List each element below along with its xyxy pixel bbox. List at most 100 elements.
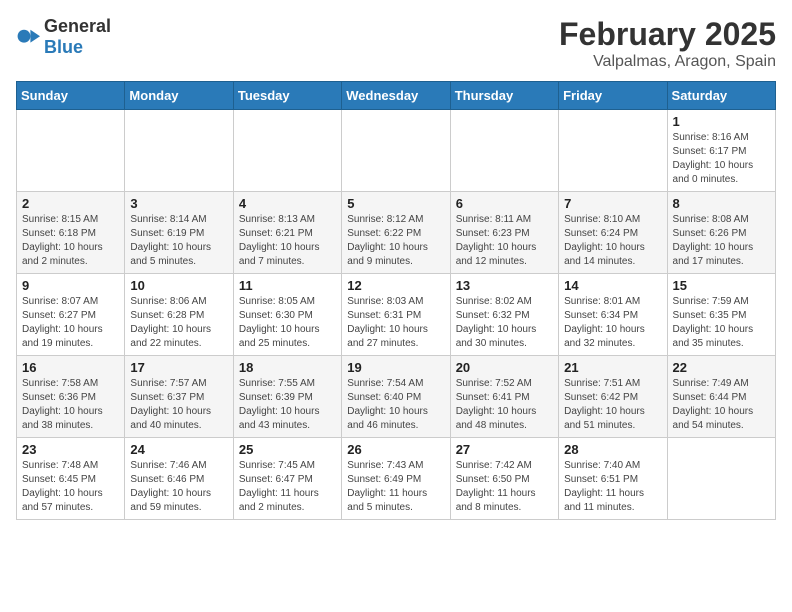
weekday-header-friday: Friday (559, 82, 667, 110)
day-number: 18 (239, 360, 336, 375)
day-info: Sunrise: 8:15 AM Sunset: 6:18 PM Dayligh… (22, 213, 119, 269)
calendar-cell: 16 Sunrise: 7:58 AM Sunset: 6:36 PM Dayli… (17, 356, 125, 438)
calendar-cell: 19Sunrise: 7:54 AM Sunset: 6:40 PM Dayli… (342, 356, 450, 438)
day-info: Sunrise: 7:59 AM Sunset: 6:35 PM Dayligh… (673, 295, 770, 351)
calendar-cell: 10 Sunrise: 8:06 AM Sunset: 6:28 PM Dayli… (125, 274, 233, 356)
day-info: Sunrise: 8:14 AM Sunset: 6:19 PM Dayligh… (130, 213, 227, 269)
day-info: Sunrise: 8:01 AM Sunset: 6:34 PM Dayligh… (564, 295, 661, 351)
calendar-cell: 21 Sunrise: 7:51 AM Sunset: 6:42 PM Dayli… (559, 356, 667, 438)
day-info: Sunrise: 8:07 AM Sunset: 6:27 PM Dayligh… (22, 295, 119, 351)
day-number: 5 (347, 196, 444, 211)
day-info: Sunrise: 7:46 AM Sunset: 6:46 PM Dayligh… (130, 459, 227, 515)
day-number: 28 (564, 442, 661, 457)
calendar-cell: 14Sunrise: 8:01 AM Sunset: 6:34 PM Dayli… (559, 274, 667, 356)
day-number: 9 (22, 278, 119, 293)
day-number: 26 (347, 442, 444, 457)
weekday-header-sunday: Sunday (17, 82, 125, 110)
day-info: Sunrise: 8:10 AM Sunset: 6:24 PM Dayligh… (564, 213, 661, 269)
day-number: 3 (130, 196, 227, 211)
calendar-cell (559, 110, 667, 192)
calendar-cell: 17Sunrise: 7:57 AM Sunset: 6:37 PM Dayli… (125, 356, 233, 438)
calendar-cell: 27Sunrise: 7:42 AM Sunset: 6:50 PM Dayli… (450, 438, 558, 520)
page-header: General Blue February 2025 Valpalmas, Ar… (16, 16, 776, 71)
calendar-week-row: 9 Sunrise: 8:07 AM Sunset: 6:27 PM Daylig… (17, 274, 776, 356)
day-number: 22 (673, 360, 770, 375)
calendar-cell (667, 438, 775, 520)
day-info: Sunrise: 7:51 AM Sunset: 6:42 PM Dayligh… (564, 377, 661, 433)
calendar-cell: 23Sunrise: 7:48 AM Sunset: 6:45 PM Dayli… (17, 438, 125, 520)
calendar-week-row: 2 Sunrise: 8:15 AM Sunset: 6:18 PM Daylig… (17, 192, 776, 274)
logo-text-general: General (44, 16, 111, 36)
day-number: 6 (456, 196, 553, 211)
day-number: 10 (130, 278, 227, 293)
day-number: 27 (456, 442, 553, 457)
day-number: 4 (239, 196, 336, 211)
calendar-week-row: 16 Sunrise: 7:58 AM Sunset: 6:36 PM Dayli… (17, 356, 776, 438)
calendar-cell: 12 Sunrise: 8:03 AM Sunset: 6:31 PM Dayli… (342, 274, 450, 356)
weekday-header-monday: Monday (125, 82, 233, 110)
calendar-cell: 7Sunrise: 8:10 AM Sunset: 6:24 PM Daylig… (559, 192, 667, 274)
calendar-cell: 1 Sunrise: 8:16 AM Sunset: 6:17 PM Daylig… (667, 110, 775, 192)
day-info: Sunrise: 7:40 AM Sunset: 6:51 PM Dayligh… (564, 459, 661, 515)
weekday-header-saturday: Saturday (667, 82, 775, 110)
day-number: 21 (564, 360, 661, 375)
calendar-cell: 5 Sunrise: 8:12 AM Sunset: 6:22 PM Daylig… (342, 192, 450, 274)
day-info: Sunrise: 8:06 AM Sunset: 6:28 PM Dayligh… (130, 295, 227, 351)
logo-text-blue: Blue (44, 37, 83, 57)
calendar-cell (450, 110, 558, 192)
day-number: 19 (347, 360, 444, 375)
calendar-cell: 25 Sunrise: 7:45 AM Sunset: 6:47 PM Dayli… (233, 438, 341, 520)
calendar-cell: 4 Sunrise: 8:13 AM Sunset: 6:21 PM Daylig… (233, 192, 341, 274)
day-number: 8 (673, 196, 770, 211)
day-info: Sunrise: 7:45 AM Sunset: 6:47 PM Dayligh… (239, 459, 336, 515)
calendar-cell (233, 110, 341, 192)
day-number: 2 (22, 196, 119, 211)
day-info: Sunrise: 7:43 AM Sunset: 6:49 PM Dayligh… (347, 459, 444, 515)
day-info: Sunrise: 8:12 AM Sunset: 6:22 PM Dayligh… (347, 213, 444, 269)
calendar-cell: 20 Sunrise: 7:52 AM Sunset: 6:41 PM Dayli… (450, 356, 558, 438)
title-section: February 2025 Valpalmas, Aragon, Spain (559, 16, 776, 71)
day-number: 16 (22, 360, 119, 375)
calendar-cell: 3 Sunrise: 8:14 AM Sunset: 6:19 PM Daylig… (125, 192, 233, 274)
calendar-cell: 18 Sunrise: 7:55 AM Sunset: 6:39 PM Dayli… (233, 356, 341, 438)
day-number: 12 (347, 278, 444, 293)
day-number: 15 (673, 278, 770, 293)
calendar-header-row: SundayMondayTuesdayWednesdayThursdayFrid… (17, 82, 776, 110)
calendar-cell: 13Sunrise: 8:02 AM Sunset: 6:32 PM Dayli… (450, 274, 558, 356)
day-number: 17 (130, 360, 227, 375)
day-info: Sunrise: 8:08 AM Sunset: 6:26 PM Dayligh… (673, 213, 770, 269)
weekday-header-wednesday: Wednesday (342, 82, 450, 110)
day-info: Sunrise: 7:49 AM Sunset: 6:44 PM Dayligh… (673, 377, 770, 433)
calendar-cell: 26 Sunrise: 7:43 AM Sunset: 6:49 PM Dayli… (342, 438, 450, 520)
day-info: Sunrise: 8:16 AM Sunset: 6:17 PM Dayligh… (673, 131, 770, 187)
day-info: Sunrise: 7:58 AM Sunset: 6:36 PM Dayligh… (22, 377, 119, 433)
day-number: 1 (673, 114, 770, 129)
calendar-cell: 24 Sunrise: 7:46 AM Sunset: 6:46 PM Dayli… (125, 438, 233, 520)
day-number: 23 (22, 442, 119, 457)
calendar-cell: 8 Sunrise: 8:08 AM Sunset: 6:26 PM Daylig… (667, 192, 775, 274)
day-info: Sunrise: 8:05 AM Sunset: 6:30 PM Dayligh… (239, 295, 336, 351)
logo-icon (16, 25, 40, 49)
day-number: 25 (239, 442, 336, 457)
day-info: Sunrise: 8:13 AM Sunset: 6:21 PM Dayligh… (239, 213, 336, 269)
logo: General Blue (16, 16, 111, 58)
day-number: 11 (239, 278, 336, 293)
calendar-cell (17, 110, 125, 192)
calendar-cell (125, 110, 233, 192)
calendar-cell: 22 Sunrise: 7:49 AM Sunset: 6:44 PM Dayli… (667, 356, 775, 438)
calendar-cell: 15 Sunrise: 7:59 AM Sunset: 6:35 PM Dayli… (667, 274, 775, 356)
day-number: 20 (456, 360, 553, 375)
day-info: Sunrise: 7:52 AM Sunset: 6:41 PM Dayligh… (456, 377, 553, 433)
day-info: Sunrise: 8:03 AM Sunset: 6:31 PM Dayligh… (347, 295, 444, 351)
calendar-week-row: 23Sunrise: 7:48 AM Sunset: 6:45 PM Dayli… (17, 438, 776, 520)
calendar-cell: 11 Sunrise: 8:05 AM Sunset: 6:30 PM Dayli… (233, 274, 341, 356)
day-info: Sunrise: 8:11 AM Sunset: 6:23 PM Dayligh… (456, 213, 553, 269)
calendar-cell: 2 Sunrise: 8:15 AM Sunset: 6:18 PM Daylig… (17, 192, 125, 274)
calendar-table: SundayMondayTuesdayWednesdayThursdayFrid… (16, 81, 776, 520)
day-info: Sunrise: 7:55 AM Sunset: 6:39 PM Dayligh… (239, 377, 336, 433)
day-number: 24 (130, 442, 227, 457)
calendar-cell: 6 Sunrise: 8:11 AM Sunset: 6:23 PM Daylig… (450, 192, 558, 274)
calendar-week-row: 1 Sunrise: 8:16 AM Sunset: 6:17 PM Daylig… (17, 110, 776, 192)
month-year-title: February 2025 (559, 16, 776, 53)
weekday-header-tuesday: Tuesday (233, 82, 341, 110)
